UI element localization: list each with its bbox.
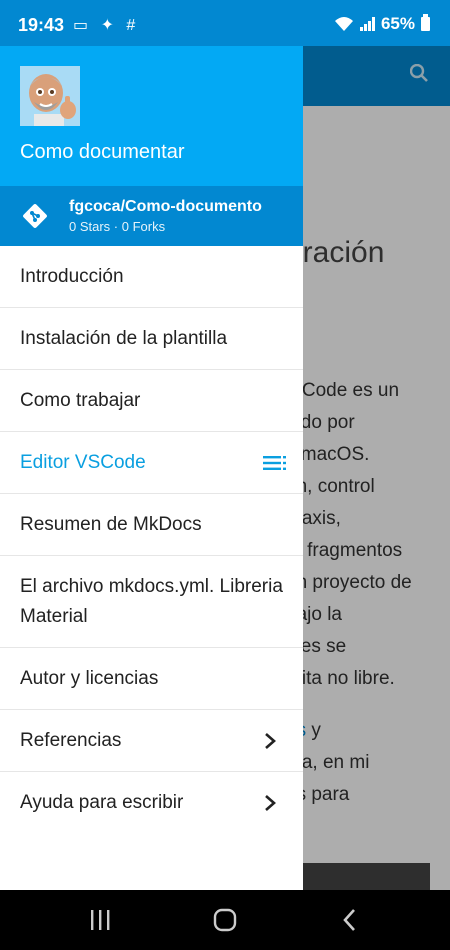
notification-icons: ▭ ✦ #	[73, 17, 140, 34]
nav-item-como-trabajar[interactable]: Como trabajar	[0, 370, 303, 432]
nav-item-resumen-mkdocs[interactable]: Resumen de MkDocs	[0, 494, 303, 556]
nav-item-archivo-mkdocs[interactable]: El archivo mkdocs.yml. Libreria Material	[0, 556, 303, 648]
wifi-icon	[334, 17, 353, 31]
status-right: 65%	[334, 14, 430, 34]
nav-item-label: Autor y licencias	[20, 667, 159, 689]
status-bar: 19:43 ▭ ✦ # 65%	[0, 0, 450, 46]
git-icon	[23, 204, 47, 228]
nav-item-label: Introducción	[20, 265, 124, 287]
repository-facts: 0 Stars · 0 Forks	[69, 219, 166, 234]
nav-item-instalacion[interactable]: Instalación de la plantilla	[0, 308, 303, 370]
nav-item-editor-vscode[interactable]: Editor VSCode	[0, 432, 303, 494]
drawer-title[interactable]: Como documentar	[20, 141, 185, 164]
repository-name: fgcoca/Como-documento	[69, 198, 262, 215]
battery-icon	[421, 14, 430, 31]
home-icon[interactable]	[205, 908, 245, 932]
system-navigation-bar	[0, 890, 450, 950]
repository-link[interactable]: fgcoca/Como-documento 0 Stars · 0 Forks	[0, 186, 303, 246]
recent-apps-icon[interactable]	[80, 908, 120, 932]
nav-list: Introducción Instalación de la plantilla…	[0, 246, 303, 833]
nav-item-autor-licencias[interactable]: Autor y licencias	[0, 648, 303, 710]
nav-item-ayuda-escribir[interactable]: Ayuda para escribir	[0, 772, 303, 833]
drawer-header: Como documentar	[0, 46, 303, 186]
battery-percent: 65%	[380, 14, 415, 33]
back-icon[interactable]	[330, 908, 370, 932]
nav-item-label: Referencias	[20, 729, 122, 751]
nav-item-label: Como trabajar	[20, 389, 141, 411]
signal-icon	[359, 17, 375, 31]
memoji-avatar-image	[20, 66, 80, 126]
table-of-contents-icon[interactable]	[263, 455, 287, 471]
nav-item-label: Resumen de MkDocs	[20, 513, 202, 535]
chevron-right-icon	[265, 732, 276, 749]
chevron-right-icon	[265, 794, 276, 811]
avatar	[20, 66, 80, 126]
nav-item-label: Ayuda para escribir	[20, 791, 184, 813]
nav-item-label: Editor VSCode	[20, 451, 146, 473]
nav-item-label: El archivo mkdocs.yml. Libreria Material	[20, 575, 283, 627]
nav-item-label: Instalación de la plantilla	[20, 327, 228, 349]
navigation-drawer: Como documentar fgcoca/Como-documento 0 …	[0, 46, 303, 890]
nav-item-introduccion[interactable]: Introducción	[0, 246, 303, 308]
nav-item-referencias[interactable]: Referencias	[0, 710, 303, 772]
status-time: 19:43	[18, 15, 65, 35]
